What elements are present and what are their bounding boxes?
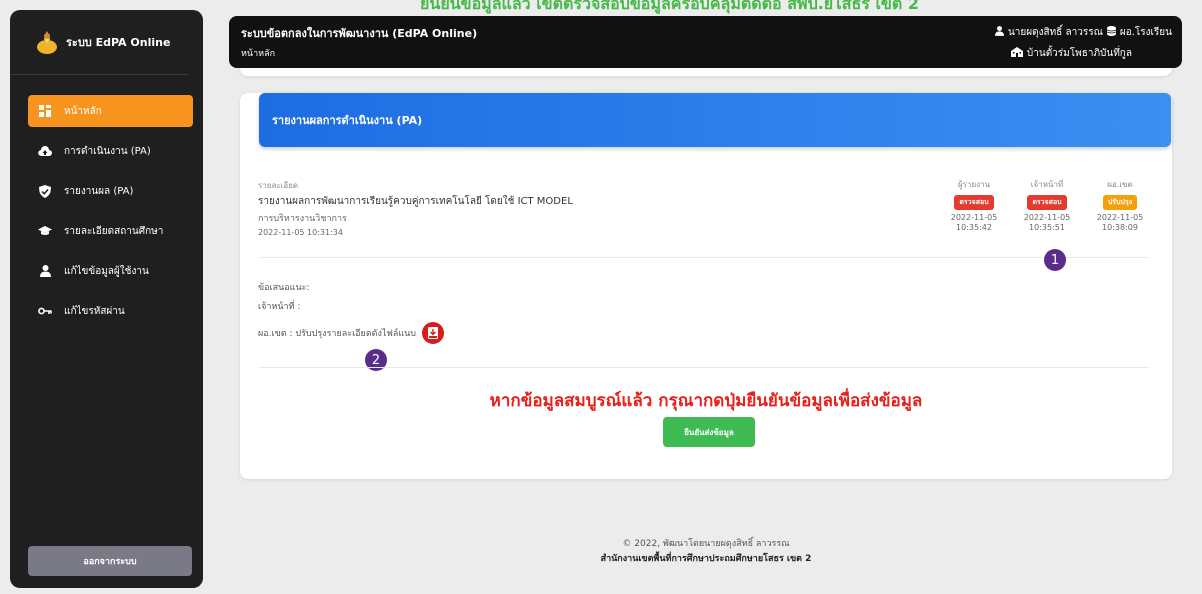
status-header: ผู้รายงาน	[957, 180, 991, 189]
status-header: ผอ.เขต	[1107, 180, 1133, 189]
sidebar-item-report[interactable]: รายงานผล (PA)	[28, 175, 193, 207]
report-department: การบริหารงานวิชาการ	[258, 214, 347, 224]
graduation-cap-icon	[38, 224, 52, 238]
status-timestamp: 2022-11-05 10:38:09	[1090, 213, 1150, 233]
user-name: นายผดุงสิทธิ์ ลาวรรณ	[1007, 27, 1103, 38]
report-date: 2022-11-05 10:31:34	[258, 228, 343, 237]
status-timestamp: 2022-11-05 10:35:42	[944, 213, 1004, 233]
page-title: ระบบข้อตกลงในการพัฒนางาน (EdPA Online)	[241, 27, 478, 40]
sidebar-item-edit-user[interactable]: แก้ไขข้อมูลผู้ใช้งาน	[28, 255, 193, 287]
school-name: บ้านตั้วร่มโพธาภิบันทึ่กูล	[1026, 48, 1132, 59]
status-badge[interactable]: ปรับปรุง	[1102, 195, 1138, 210]
divider	[259, 257, 1149, 258]
sidebar-item-label: รายละเอียดสถานศึกษา	[64, 225, 164, 237]
school-icon	[1010, 47, 1023, 60]
brand[interactable]: ระบบ EdPA Online	[10, 10, 189, 75]
suggestion-label: ข้อเสนอแนะ:	[258, 283, 310, 293]
school-info: บ้านตั้วร่มโพธาภิบันทึ่กูล	[1010, 46, 1132, 61]
status-date: 2022-11-05	[1096, 213, 1144, 222]
status-banner: ยืนยันข้อมูลแล้ว เขตตรวจสอบข้อมูลครอบคลุ…	[420, 0, 919, 13]
detail-label: รายละเอียด	[258, 181, 299, 190]
status-badge[interactable]: ตรวจสอบ	[1027, 195, 1067, 210]
pdf-download-icon[interactable]	[422, 322, 444, 344]
status-time: 10:35:42	[956, 223, 992, 232]
footer-organization: สำนักงานเขตพื้นที่การศึกษาประถมศึกษายโสธ…	[600, 554, 812, 564]
footer-copyright: © 2022, พัฒนาโดยนายผดุงสิทธิ์ ลาวรรณ	[622, 539, 790, 549]
report-title: รายงานผลการพัฒนาการเรียนรู้ควบคู่การเทคโ…	[258, 196, 573, 207]
divider	[259, 367, 1149, 368]
sidebar-item-label: การดำเนินงาน (PA)	[64, 145, 151, 157]
status-director: ผอ.เขต ปรับปรุง 2022-11-05 10:38:09	[1090, 178, 1150, 233]
sidebar-item-home[interactable]: หน้าหลัก	[28, 95, 193, 127]
sidebar-nav: หน้าหลัก การดำเนินงาน (PA) รายงานผล (PA)…	[10, 95, 203, 327]
director-comment: ผอ.เขต : ปรับปรุงรายละเอียดดังไฟล์แนบ	[258, 322, 444, 344]
status-officer: เจ้าหน้าที่ ตรวจสอบ 2022-11-05 10:35:51	[1017, 178, 1077, 233]
sidebar: ระบบ EdPA Online หน้าหลัก การดำเนินงาน (…	[10, 10, 203, 588]
sidebar-item-change-password[interactable]: แก้ไขรหัสผ่าน	[28, 295, 193, 327]
status-reporter: ผู้รายงาน ตรวจสอบ 2022-11-05 10:35:42	[944, 178, 1004, 233]
logo-icon	[36, 29, 58, 55]
director-note: ผอ.เขต : ปรับปรุงรายละเอียดดังไฟล์แนบ	[258, 329, 416, 339]
sidebar-item-label: แก้ไขข้อมูลผู้ใช้งาน	[64, 265, 149, 277]
status-timestamp: 2022-11-05 10:35:51	[1017, 213, 1077, 233]
report-card-header: รายงานผลการดำเนินงาน (PA)	[259, 93, 1171, 147]
sidebar-item-label: หน้าหลัก	[64, 105, 102, 117]
sidebar-item-operations[interactable]: การดำเนินงาน (PA)	[28, 135, 193, 167]
status-time: 10:35:51	[1029, 223, 1065, 232]
cloud-upload-icon	[38, 144, 52, 158]
report-card: รายงานผลการดำเนินงาน (PA) รายละเอียด ราย…	[240, 93, 1172, 479]
status-time: 10:38:09	[1102, 223, 1138, 232]
user-icon	[38, 264, 52, 278]
sidebar-item-school-details[interactable]: รายละเอียดสถานศึกษา	[28, 215, 193, 247]
dashboard-icon	[38, 104, 52, 118]
database-icon	[1106, 26, 1117, 39]
user-info[interactable]: นายผดุงสิทธิ์ ลาวรรณ ผอ.โรงเรียน	[994, 25, 1172, 40]
callout-badge: 1	[1044, 249, 1066, 271]
sidebar-item-label: รายงานผล (PA)	[64, 185, 134, 197]
shield-check-icon	[38, 184, 52, 198]
key-icon	[38, 304, 52, 318]
status-date: 2022-11-05	[1023, 213, 1071, 222]
status-header: เจ้าหน้าที่	[1030, 180, 1064, 189]
status-badge[interactable]: ตรวจสอบ	[954, 195, 994, 210]
user-role: ผอ.โรงเรียน	[1119, 27, 1172, 38]
logout-button[interactable]: ออกจากระบบ	[28, 546, 192, 576]
officer-comment: เจ้าหน้าที่ :	[258, 302, 301, 312]
breadcrumb[interactable]: หน้าหลัก	[241, 46, 275, 60]
sidebar-item-label: แก้ไขรหัสผ่าน	[64, 305, 125, 317]
top-bar: ระบบข้อตกลงในการพัฒนางาน (EdPA Online) ห…	[229, 16, 1182, 68]
confirm-submit-button[interactable]: ยืนยันส่งข้อมูล	[663, 417, 755, 447]
status-date: 2022-11-05	[950, 213, 998, 222]
brand-name: ระบบ EdPA Online	[66, 36, 171, 49]
user-icon	[994, 26, 1004, 39]
confirm-notice: หากข้อมูลสมบูรณ์แล้ว กรุณากดปุ่มยืนยันข้…	[489, 391, 923, 411]
